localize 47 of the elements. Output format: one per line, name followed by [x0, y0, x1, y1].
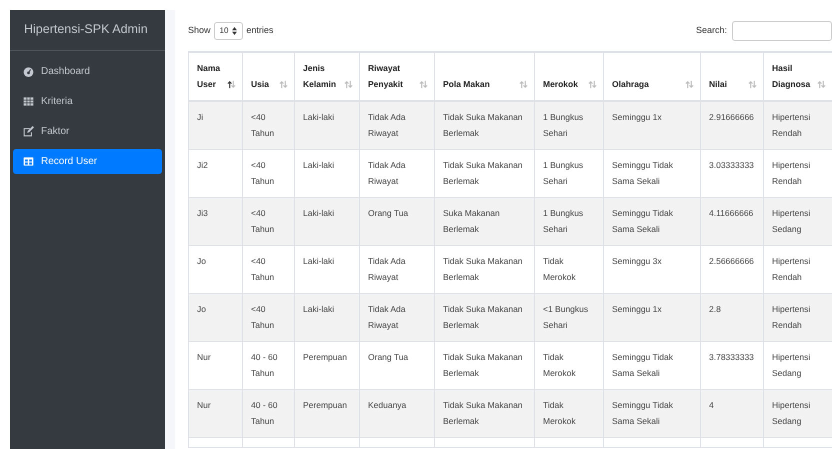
table-cell: <40 Tahun — [242, 294, 294, 342]
dashboard-icon — [23, 66, 34, 77]
table-cell: 2.91666666 — [700, 101, 764, 150]
table-cell: 1 Bungkus Sehari — [534, 198, 604, 246]
table-cell: Seminggu 1x — [604, 101, 700, 150]
table-cell: <40 Tahun — [242, 198, 294, 246]
sidebar-item[interactable]: Faktor — [13, 118, 162, 144]
table-cell: <1 Bungkus Sehari — [534, 294, 604, 342]
table-cell: 4 — [700, 390, 764, 438]
table-cell: Keduanya — [360, 390, 434, 438]
show-label: Show — [188, 24, 211, 38]
table-cell: Seminggu 1x — [604, 294, 700, 342]
table-cell: Perempuan — [294, 390, 360, 438]
table-cell: Tidak Suka Makanan Berlemak — [434, 101, 534, 150]
table-cell: Seminggu Tidak Sama Sekali — [604, 390, 700, 438]
search-label: Search: — [696, 24, 727, 38]
sidebar-item[interactable]: Record User — [13, 148, 162, 174]
table-cell: Laki-laki — [294, 294, 360, 342]
grid-icon — [23, 96, 34, 107]
sort-icon[interactable] — [227, 80, 236, 89]
table-cell: Tidak Ada Riwayat — [360, 101, 434, 150]
table-icon — [23, 156, 34, 167]
table-cell: Suka Makanan Berlemak — [434, 198, 534, 246]
table-cell: Ji — [188, 101, 242, 150]
table-cell: Jo — [188, 294, 242, 342]
table-cell: Tidak Suka Makanan Berlemak — [434, 390, 534, 438]
table-cell: Laki-laki — [294, 101, 360, 150]
search-field[interactable] — [732, 21, 832, 41]
table-cell: Ji3 — [188, 198, 242, 246]
table-cell: 4.11666666 — [700, 198, 764, 246]
caret-icon — [232, 27, 238, 35]
table-cell: Laki-laki — [294, 198, 360, 246]
edit-icon — [23, 126, 34, 137]
table-cell: 1 Bungkus Sehari — [534, 101, 604, 150]
table-cell: 40 - 60 Tahun — [242, 390, 294, 438]
sidebar-item[interactable]: Kriteria — [13, 88, 162, 114]
table-cell: Tidak Ada Riwayat — [360, 294, 434, 342]
table-cell: Tidak Suka Makanan Berlemak — [434, 294, 534, 342]
table-cell: Seminggu Tidak Sama Sekali — [604, 198, 700, 246]
table-cell: <40 Tahun — [242, 101, 294, 150]
entries-select[interactable]: 10 — [214, 22, 244, 40]
table-cell: Orang Tua — [360, 198, 434, 246]
table-cell: Nur — [188, 390, 242, 438]
entries-label: entries — [246, 24, 274, 38]
table-cell: 2.8 — [700, 294, 764, 342]
sidebar-item[interactable]: Dashboard — [13, 58, 162, 84]
table-cell: Tidak Merokok — [534, 390, 604, 438]
